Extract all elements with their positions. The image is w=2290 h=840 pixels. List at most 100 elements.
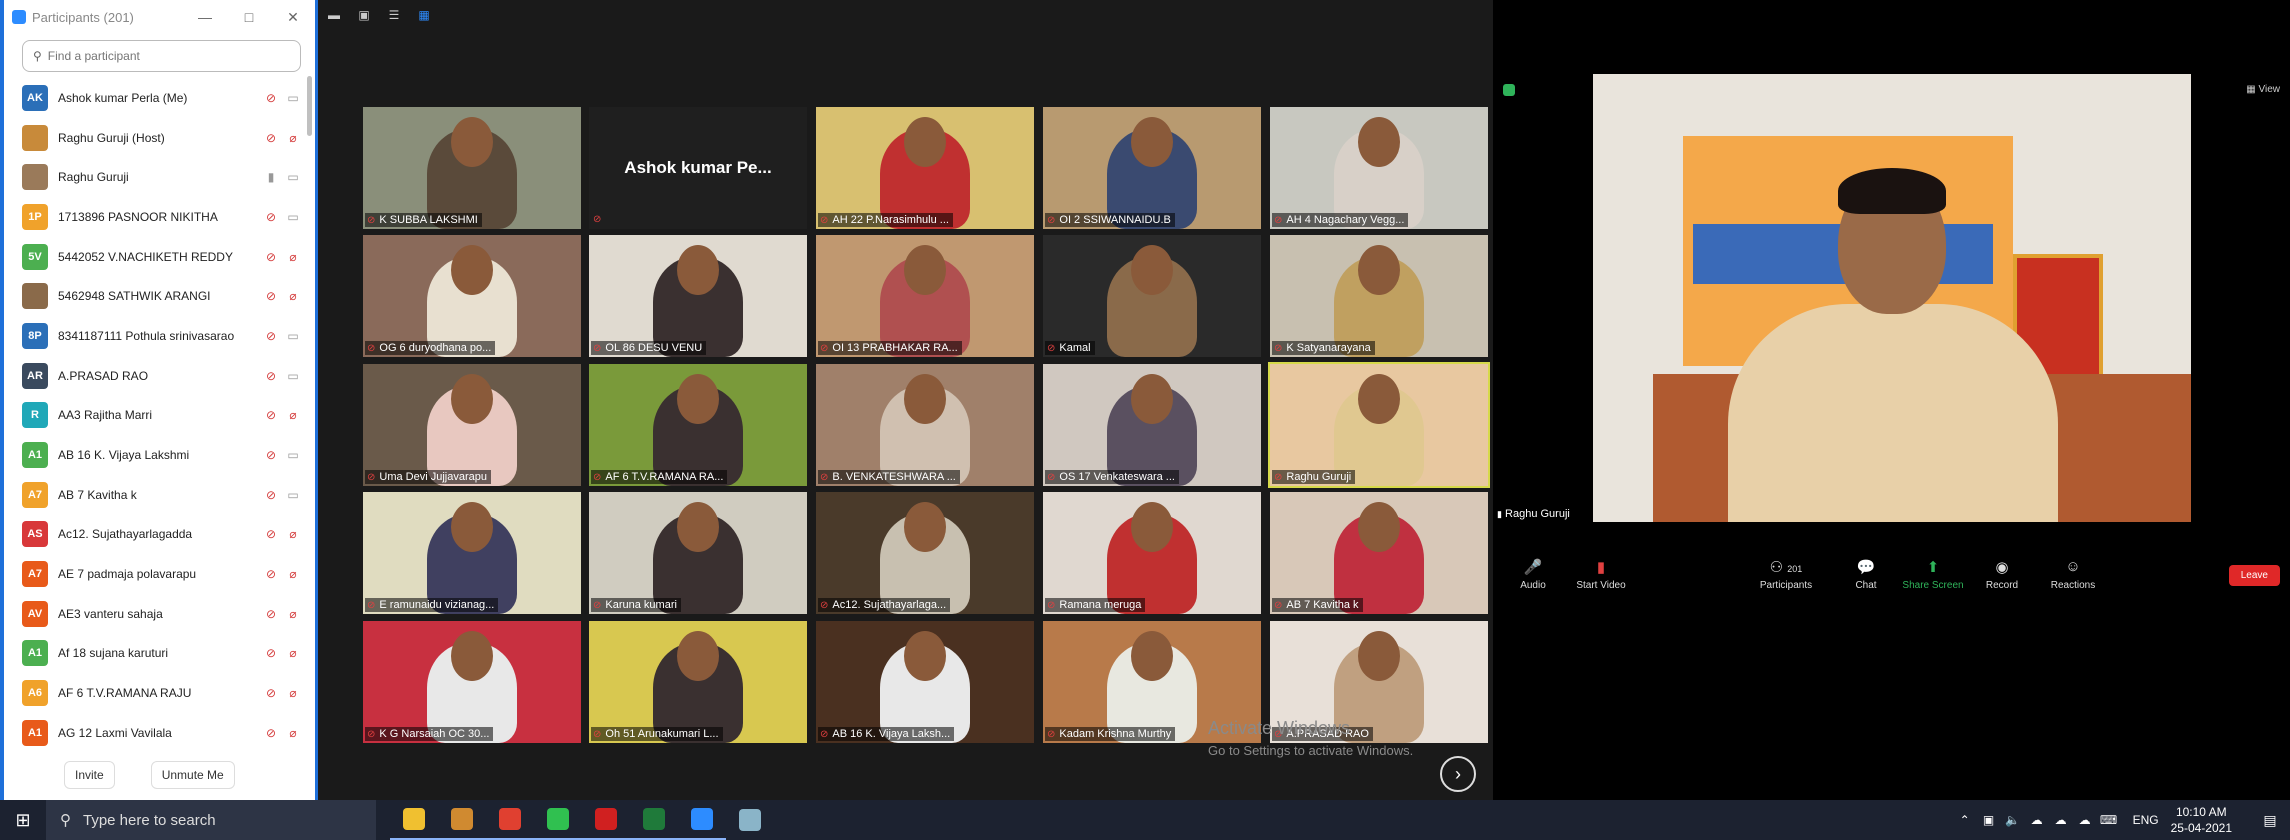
video-tile[interactable]: ⊘ Uma Devi Jujjavarapu <box>363 364 581 486</box>
participant-row[interactable]: 1P 1713896 PASNOOR NIKITHA ⊘ ▭ <box>4 197 304 237</box>
participant-row[interactable]: A1 Af 18 sujana karuturi ⊘ ⌀ <box>4 634 304 674</box>
clock[interactable]: 10:10 AM 25-04-2021 <box>2171 804 2232 836</box>
microphone-muted-icon: ⊘ <box>265 567 277 582</box>
participant-head <box>1358 245 1400 295</box>
windows-taskbar: ⊞ ⚲ Type here to search ⌃ ▣ 🔈 ☁ ☁ ☁ ⌨ EN… <box>0 800 2290 840</box>
opera-taskbar-button[interactable] <box>582 800 630 840</box>
cloud-sync-icon[interactable]: ☁ <box>2073 813 2097 827</box>
participant-row[interactable]: 5462948 SATHWIK ARANGI ⊘ ⌀ <box>4 276 304 316</box>
video-tile[interactable]: ⊘ Oh 51 Arunakumari L... <box>589 621 807 743</box>
video-tile[interactable]: ⊘ K G Narsaiah OC 30... <box>363 621 581 743</box>
onedrive-icon[interactable]: ☁ <box>2049 813 2073 827</box>
speaker-body <box>1728 304 2058 522</box>
participant-row[interactable]: Raghu Guruji ▮ ▭ <box>4 157 304 197</box>
microphone-muted-icon: 🎤 <box>1523 559 1543 576</box>
microphone-muted-icon: ⊘ <box>1047 472 1056 483</box>
reactions-button[interactable]: ☺ Reactions <box>2038 558 2108 591</box>
file-explorer-taskbar-button[interactable] <box>390 800 438 840</box>
cloud-icon[interactable]: ☁ <box>2025 813 2049 827</box>
participants-panel: Participants (201) — □ ✕ ⚲ AK Ashok kumar… <box>0 0 318 800</box>
participant-row[interactable]: A1 AG 12 Laxmi Vavilala ⊘ ⌀ <box>4 713 304 753</box>
record-label: Record <box>1985 580 2019 591</box>
taskbar-search-box[interactable]: ⚲ Type here to search <box>46 800 376 840</box>
notifications-icon[interactable]: ▤ <box>2250 812 2290 829</box>
participant-search-box[interactable]: ⚲ <box>22 40 301 72</box>
audio-button[interactable]: 🎤 Audio <box>1498 558 1568 591</box>
video-frame <box>1270 235 1488 357</box>
tile-name: AF 6 T.V.RAMANA RA... <box>605 471 724 483</box>
video-tile[interactable]: ⊘ AB 16 K. Vijaya Laksh... <box>816 621 1034 743</box>
participant-search-input[interactable] <box>47 49 288 63</box>
participant-list-scrollbar[interactable] <box>307 76 312 136</box>
participant-row[interactable]: A6 AF 6 T.V.RAMANA RAJU ⊘ ⌀ <box>4 673 304 713</box>
next-page-button[interactable]: › <box>1440 756 1476 792</box>
record-button[interactable]: ◉ Record <box>1967 558 2037 591</box>
keyboard-icon[interactable]: ⌨ <box>2097 813 2121 827</box>
participants-button[interactable]: ⚇ 201 Participants <box>1751 558 1821 591</box>
chrome-taskbar-button[interactable] <box>486 800 534 840</box>
video-tile[interactable]: ⊘ K SUBBA LAKSHMI <box>363 107 581 229</box>
minimize-video-icon[interactable]: ▬ <box>326 8 342 22</box>
leave-button[interactable]: Leave <box>2228 565 2280 586</box>
minimize-icon[interactable]: — <box>183 9 227 25</box>
video-tile[interactable]: ⊘ K Satyanarayana <box>1270 235 1488 357</box>
start-video-button[interactable]: ▮ Start Video <box>1566 558 1636 591</box>
video-tile[interactable]: ⊘ OI 2 SSIWANNAIDU.B <box>1043 107 1261 229</box>
whatsapp-taskbar-button[interactable] <box>534 800 582 840</box>
unmute-me-button[interactable]: Unmute Me <box>150 761 235 789</box>
close-icon[interactable]: ✕ <box>271 9 315 26</box>
video-tile[interactable]: ⊘ Raghu Guruji <box>1268 362 1490 488</box>
video-tile[interactable]: ⊘ AH 4 Nagachary Vegg... <box>1270 107 1488 229</box>
video-tile[interactable]: ⊘ Kamal <box>1043 235 1261 357</box>
microphone-muted-icon: ⊘ <box>265 408 277 423</box>
speaker-volume-icon[interactable]: 🔈 <box>2001 813 2025 827</box>
tile-name-label: ⊘ OG 6 duryodhana po... <box>365 341 496 355</box>
participant-row[interactable]: AV AE3 vanteru sahaja ⊘ ⌀ <box>4 594 304 634</box>
chat-label: Chat <box>1855 580 1877 591</box>
network-icon[interactable]: ▣ <box>1977 813 2001 827</box>
video-tile[interactable]: ⊘ AB 7 Kavitha k <box>1270 492 1488 614</box>
participant-row[interactable]: AR A.PRASAD RAO ⊘ ▭ <box>4 356 304 396</box>
maximize-icon[interactable]: □ <box>227 9 271 25</box>
chat-button[interactable]: 💬 Chat <box>1831 558 1901 591</box>
participant-row[interactable]: Raghu Guruji (Host) ⊘ ⌀ <box>4 118 304 158</box>
participant-row[interactable]: AS Ac12. Sujathayarlagadda ⊘ ⌀ <box>4 515 304 555</box>
video-tile[interactable]: ⊘ AF 6 T.V.RAMANA RA... <box>589 364 807 486</box>
view-menu[interactable]: ▦ View <box>2246 84 2280 95</box>
video-tile[interactable]: Ashok kumar Pe... ⊘ <box>589 107 807 229</box>
video-tile[interactable]: ⊘ AH 22 P.Narasimhulu ... <box>816 107 1034 229</box>
participant-row[interactable]: A7 AB 7 Kavitha k ⊘ ▭ <box>4 475 304 515</box>
participant-row[interactable]: AK Ashok kumar Perla (Me) ⊘ ▭ <box>4 78 304 118</box>
video-tile[interactable]: ⊘ Ramana meruga <box>1043 492 1261 614</box>
zoom-taskbar-button[interactable] <box>678 800 726 840</box>
participant-row[interactable]: 5V 5442052 V.NACHIKETH REDDY ⊘ ⌀ <box>4 237 304 277</box>
activate-windows-watermark: Activate Windows Go to Settings to activ… <box>1208 718 1413 758</box>
video-off-icon: ⌀ <box>289 527 297 542</box>
microphone-muted-icon: ⊘ <box>265 289 277 304</box>
excel-taskbar-button[interactable] <box>630 800 678 840</box>
video-tile[interactable]: ⊘ E ramunaidu vizianag... <box>363 492 581 614</box>
participant-row[interactable]: A7 AE 7 padmaja polavarapu ⊘ ⌀ <box>4 554 304 594</box>
video-tile[interactable]: ⊘ OI 13 PRABHAKAR RA... <box>816 235 1034 357</box>
windows-start-icon[interactable]: ⊞ <box>0 810 46 831</box>
video-tile[interactable]: ⊘ B. VENKATESHWARA ... <box>816 364 1034 486</box>
video-tile[interactable]: ⊘ Ac12. Sujathayarlaga... <box>816 492 1034 614</box>
chevron-up-icon[interactable]: ⌃ <box>1953 813 1977 827</box>
invite-button[interactable]: Invite <box>64 761 115 789</box>
participant-row[interactable]: A1 AB 16 K. Vijaya Lakshmi ⊘ ▭ <box>4 435 304 475</box>
gallery-view-icon[interactable]: ▦ <box>416 8 432 22</box>
video-tile[interactable]: ⊘ OS 17 Venkateswara ... <box>1043 364 1261 486</box>
list-view-icon[interactable]: ☰ <box>386 8 402 22</box>
language-indicator[interactable]: ENG <box>2133 813 2159 827</box>
video-tile[interactable]: ⊘ Karuna kumari <box>589 492 807 614</box>
browser-taskbar-button[interactable] <box>726 800 774 840</box>
participant-row[interactable]: R AA3 Rajitha Marri ⊘ ⌀ <box>4 396 304 436</box>
tile-name: B. VENKATESHWARA ... <box>832 471 956 483</box>
participant-row[interactable]: 8P 8341187111 Pothula srinivasarao ⊘ ▭ <box>4 316 304 356</box>
video-tile[interactable]: ⊘ OG 6 duryodhana po... <box>363 235 581 357</box>
share-screen-button[interactable]: ⬆ Share Screen <box>1898 558 1968 591</box>
speaker-view-icon[interactable]: ▣ <box>356 8 372 22</box>
media-player-taskbar-button[interactable] <box>438 800 486 840</box>
video-tile[interactable]: ⊘ OL 86 DESU VENU <box>589 235 807 357</box>
encryption-shield-icon[interactable] <box>1503 84 1515 96</box>
